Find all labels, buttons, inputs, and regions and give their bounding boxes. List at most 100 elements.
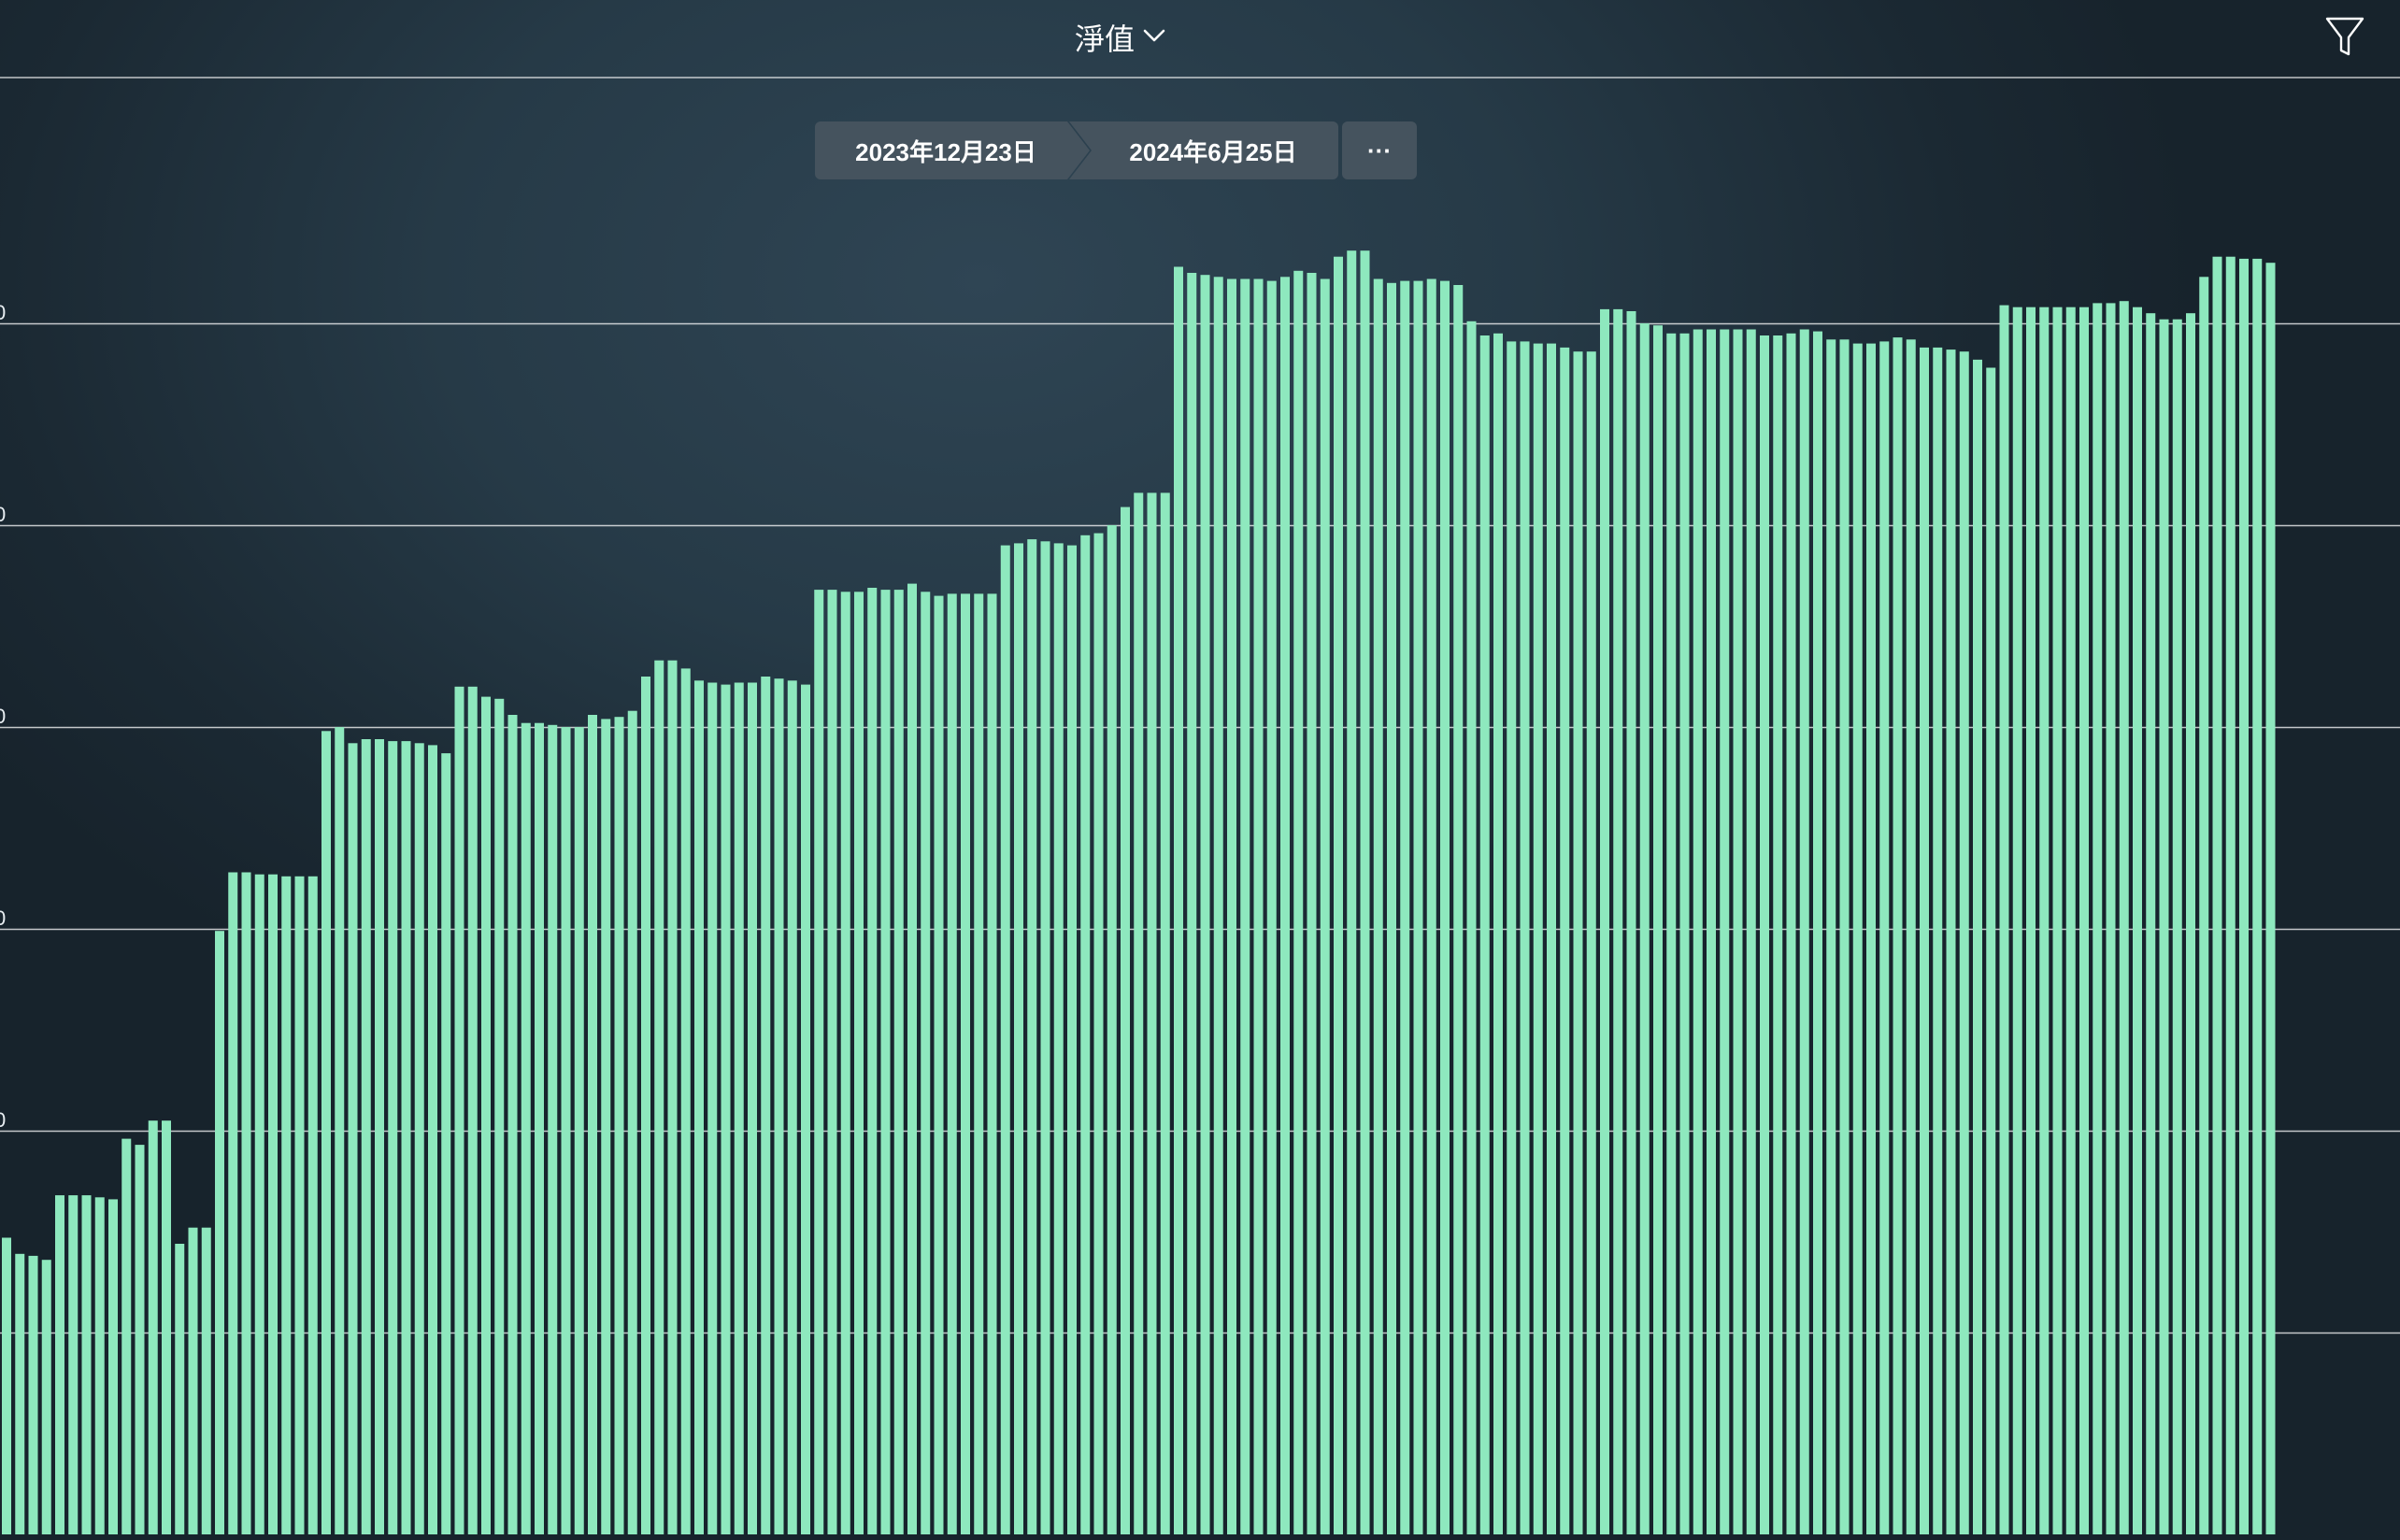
bar (1160, 492, 1170, 1534)
y-tick-label: 0 (0, 1108, 6, 1132)
bar (1999, 305, 2009, 1535)
bar (1266, 280, 1277, 1535)
bar (335, 727, 345, 1534)
bar (2012, 307, 2022, 1535)
bar (627, 710, 637, 1534)
bar (774, 678, 784, 1534)
bar (281, 876, 292, 1534)
bar (2119, 301, 2129, 1535)
bar (535, 722, 544, 1534)
bar (1893, 337, 1903, 1535)
bar (1533, 343, 1543, 1535)
bar (94, 1197, 105, 1534)
y-tick-label: 0 (0, 301, 6, 324)
bar (1560, 347, 1570, 1534)
bar (1147, 492, 1157, 1534)
net-worth-bar-chart: 0 0 0 0 0 (0, 250, 2400, 1535)
bar (1000, 545, 1010, 1534)
bar (1906, 339, 1916, 1534)
bar (2239, 258, 2249, 1534)
bar (41, 1260, 51, 1534)
bar (614, 717, 624, 1534)
bar (1014, 543, 1023, 1534)
bar (162, 1120, 171, 1534)
bar (2212, 256, 2222, 1535)
bar (15, 1253, 25, 1534)
bar (2065, 307, 2076, 1535)
bar (2079, 307, 2089, 1535)
bar (1679, 333, 1690, 1534)
bar (641, 677, 650, 1534)
bar (1746, 329, 1756, 1534)
bar (494, 698, 505, 1534)
bar (1080, 535, 1091, 1534)
bar (307, 876, 318, 1534)
bar (987, 593, 997, 1534)
bar (2106, 303, 2116, 1534)
bar (867, 588, 878, 1534)
bar (321, 731, 331, 1534)
bar (2026, 307, 2036, 1535)
bar (1959, 351, 1969, 1535)
bar (1134, 492, 1144, 1534)
y-axis-tick-labels: 0 0 0 0 0 (0, 301, 6, 1132)
bar (1653, 325, 1663, 1535)
bar (1174, 266, 1183, 1534)
bar (588, 715, 597, 1534)
bar (454, 686, 464, 1534)
bar (507, 715, 518, 1534)
bar (1547, 343, 1556, 1535)
bar (2133, 307, 2142, 1535)
bar (175, 1244, 185, 1534)
bar (428, 745, 437, 1534)
bar (2052, 307, 2063, 1535)
bar (1786, 333, 1796, 1534)
bar (414, 743, 424, 1534)
bar (1920, 347, 1929, 1534)
bar (2225, 256, 2236, 1535)
bar (1573, 351, 1583, 1535)
bar (1453, 285, 1464, 1534)
bar (761, 677, 771, 1534)
bar (1613, 308, 1623, 1534)
bar (388, 741, 398, 1534)
bar (934, 595, 944, 1534)
bar (1413, 280, 1423, 1535)
bar (1826, 339, 1836, 1534)
bar (548, 724, 558, 1534)
bar (1067, 545, 1077, 1534)
bar (827, 590, 837, 1534)
bar (1440, 280, 1450, 1535)
bar (2039, 307, 2050, 1535)
bar (2093, 303, 2103, 1534)
bar (748, 682, 757, 1534)
bar (1213, 277, 1223, 1534)
bars (2, 250, 2276, 1535)
bar (1347, 250, 1357, 1535)
y-tick-label: 0 (0, 503, 6, 526)
bar (1320, 278, 1330, 1534)
bar (348, 743, 358, 1534)
bar (694, 680, 704, 1534)
bar (1707, 329, 1716, 1534)
bar (1666, 333, 1677, 1534)
bar (1187, 273, 1197, 1534)
bar (1240, 278, 1250, 1534)
bar (854, 592, 864, 1534)
bar (55, 1195, 64, 1534)
bar (81, 1195, 92, 1534)
bar (1600, 308, 1609, 1534)
bar (1093, 533, 1104, 1534)
bar (401, 741, 411, 1534)
bar (148, 1120, 158, 1534)
bar (1852, 343, 1863, 1535)
bar (1799, 329, 1809, 1534)
bar (1373, 278, 1383, 1534)
bar (254, 874, 264, 1534)
bar (1479, 335, 1490, 1534)
bar (1586, 351, 1596, 1535)
bar (1813, 331, 1822, 1535)
bar (840, 592, 850, 1534)
bar (28, 1255, 38, 1534)
bar (654, 660, 664, 1534)
